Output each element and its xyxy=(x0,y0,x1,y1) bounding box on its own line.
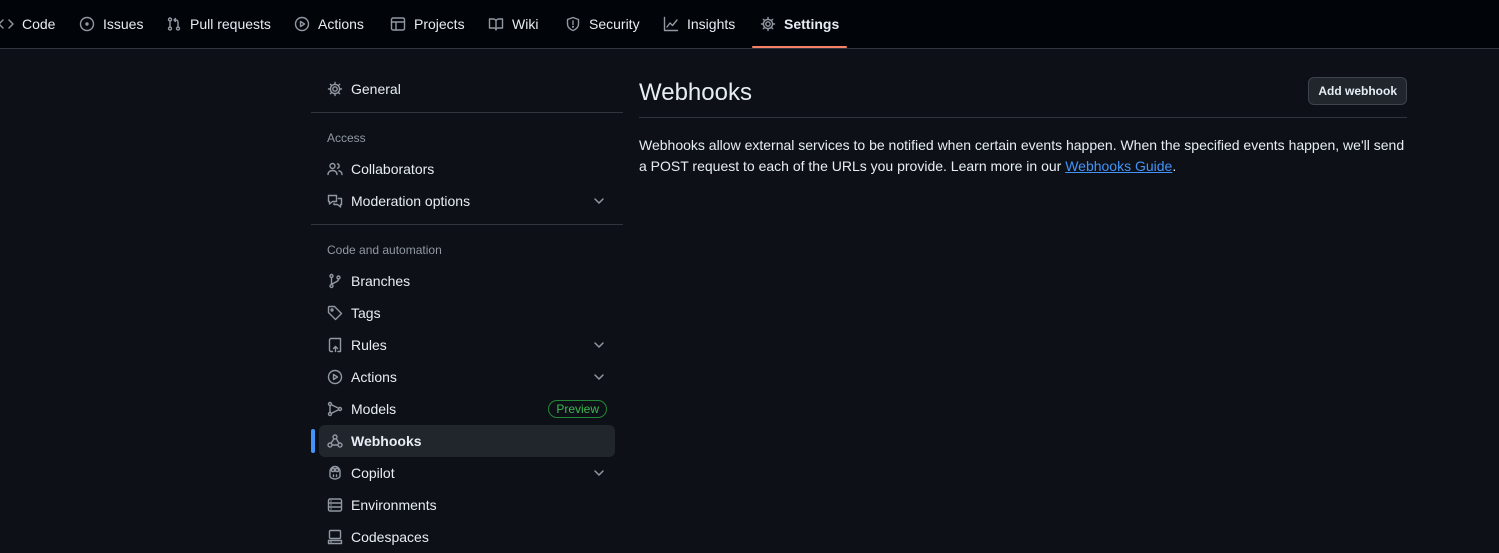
issue-opened-icon xyxy=(79,16,95,32)
sidebar-item-environments[interactable]: Environments xyxy=(319,489,615,521)
play-icon xyxy=(294,16,310,32)
sidebar-item-general[interactable]: General xyxy=(319,73,615,105)
tab-projects[interactable]: Projects xyxy=(390,0,465,48)
shield-icon xyxy=(566,16,580,32)
sidebar-item-label: Codespaces xyxy=(351,529,429,545)
description-text: Webhooks allow external services to be n… xyxy=(639,137,1405,174)
tab-pull-requests-label: Pull requests xyxy=(190,16,271,32)
codespaces-icon xyxy=(327,529,343,545)
tab-actions[interactable]: Actions xyxy=(294,0,364,48)
tab-code-label: Code xyxy=(22,16,56,32)
graph-icon xyxy=(663,16,679,32)
book-icon xyxy=(488,18,504,31)
sidebar-divider xyxy=(311,224,623,225)
tab-code[interactable]: Code xyxy=(0,0,55,48)
tab-settings[interactable]: Settings xyxy=(751,0,848,48)
tab-security-label: Security xyxy=(589,16,640,32)
server-icon xyxy=(327,498,343,512)
sidebar-heading-code-and-automation: Code and automation xyxy=(327,243,442,257)
tab-pull-requests[interactable]: Pull requests xyxy=(166,0,271,48)
title-divider xyxy=(639,117,1407,118)
copilot-icon xyxy=(329,465,341,480)
sidebar-item-label: Actions xyxy=(351,369,397,385)
gear-icon xyxy=(327,81,343,97)
chevron-down-icon xyxy=(594,342,604,348)
people-icon xyxy=(327,162,343,176)
tab-issues[interactable]: Issues xyxy=(79,0,143,48)
preview-badge: Preview xyxy=(548,400,607,418)
sidebar-item-label: General xyxy=(351,81,401,97)
chevron-down-icon xyxy=(594,374,604,380)
sidebar-item-label: Collaborators xyxy=(351,161,435,177)
sidebar-item-label: Models xyxy=(351,401,397,417)
table-icon xyxy=(390,17,406,31)
tab-actions-label: Actions xyxy=(318,16,364,32)
webhooks-guide-link[interactable]: Webhooks Guide xyxy=(1065,158,1172,174)
sidebar-heading-access: Access xyxy=(327,131,366,145)
sidebar-item-label: Moderation options xyxy=(351,193,471,209)
sidebar-item-label: Tags xyxy=(351,305,381,321)
webhook-icon xyxy=(327,434,343,448)
webhooks-description: Webhooks allow external services to be n… xyxy=(639,135,1407,177)
description-end: . xyxy=(1172,158,1177,174)
git-pull-request-icon xyxy=(167,17,181,31)
tab-wiki-label: Wiki xyxy=(512,16,539,32)
sidebar-item-rules[interactable]: Rules xyxy=(319,329,615,361)
models-icon xyxy=(327,401,343,417)
sidebar-item-label: Rules xyxy=(351,337,387,353)
code-icon xyxy=(0,19,14,29)
sidebar-item-copilot[interactable]: Copilot xyxy=(319,457,615,489)
git-branch-icon xyxy=(329,273,341,289)
page-title: Webhooks xyxy=(639,79,752,106)
tab-issues-label: Issues xyxy=(103,16,144,32)
comment-discussion-icon xyxy=(327,194,343,208)
sidebar-item-webhooks[interactable]: Webhooks xyxy=(319,425,615,457)
chevron-down-icon xyxy=(594,470,604,476)
sidebar-item-branches[interactable]: Branches xyxy=(319,265,615,297)
sidebar-item-label: Environments xyxy=(351,497,437,513)
tab-security[interactable]: Security xyxy=(565,0,640,48)
play-icon xyxy=(327,369,343,385)
chevron-down-icon xyxy=(594,198,604,204)
sidebar-divider xyxy=(311,112,623,113)
add-webhook-button[interactable]: Add webhook xyxy=(1308,77,1407,105)
repo-nav: Code Issues Pull requests Actions Projec… xyxy=(0,0,1499,49)
sidebar-item-label: Copilot xyxy=(351,465,395,481)
sidebar-item-codespaces[interactable]: Codespaces xyxy=(319,521,615,553)
sidebar-item-label: Webhooks xyxy=(351,433,422,449)
sidebar-item-label: Branches xyxy=(351,273,411,289)
current-item-indicator xyxy=(311,429,315,453)
sidebar-item-tags[interactable]: Tags xyxy=(319,297,615,329)
tab-insights[interactable]: Insights xyxy=(663,0,735,48)
sidebar-item-collaborators[interactable]: Collaborators xyxy=(319,153,615,185)
sidebar-item-moderation-options[interactable]: Moderation options xyxy=(319,185,615,217)
sidebar-item-models[interactable]: Models Preview xyxy=(319,393,615,425)
tab-projects-label: Projects xyxy=(414,16,465,32)
tab-insights-label: Insights xyxy=(687,16,736,32)
tag-icon xyxy=(327,305,343,321)
tab-wiki[interactable]: Wiki xyxy=(488,0,538,48)
tab-settings-label: Settings xyxy=(784,16,840,32)
sidebar-item-actions[interactable]: Actions xyxy=(319,361,615,393)
gear-icon xyxy=(760,16,776,32)
repo-push-icon xyxy=(328,337,342,353)
